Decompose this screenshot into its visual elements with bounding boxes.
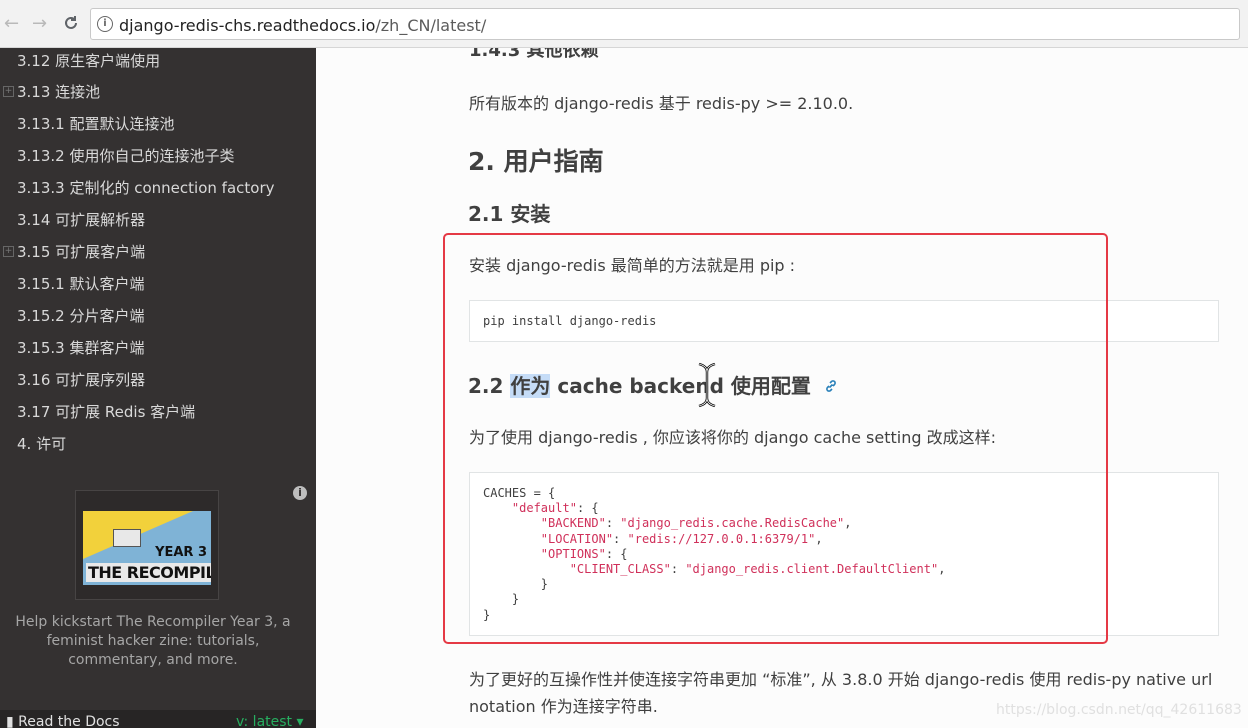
- sponsor-text[interactable]: Help kickstart The Recompiler Year 3, a …: [0, 613, 306, 670]
- heading-user-guide: 2. 用户指南: [468, 147, 604, 176]
- expand-icon[interactable]: +: [3, 246, 14, 257]
- url-path: /zh_CN/latest/: [375, 16, 487, 35]
- sponsor-artwork: YEAR 3 THE RECOMPILER: [83, 511, 211, 585]
- main-content: 1.4.3 其他依赖 所有版本的 django-redis 基于 redis-p…: [316, 48, 1248, 728]
- site-info-icon[interactable]: i: [97, 16, 113, 32]
- sidebar-toc: 3.12 原生客户端使用 + 3.13 连接池 3.13.1 配置默认连接池 3…: [0, 48, 316, 728]
- watermark: https://blog.csdn.net/qq_42611683: [996, 702, 1242, 718]
- toc-item[interactable]: 3.17 可扩展 Redis 客户端: [17, 401, 195, 422]
- toc-item[interactable]: 3.15.1 默认客户端: [17, 273, 144, 294]
- toc-item[interactable]: 3.16 可扩展序列器: [17, 369, 145, 390]
- toc-item[interactable]: 3.15 可扩展客户端: [17, 241, 145, 262]
- heading-install: 2.1 安装: [468, 202, 551, 226]
- url-host: django-redis-chs.readthedocs.io: [119, 16, 376, 35]
- toc-item[interactable]: 4. 许可: [17, 433, 66, 454]
- version-selector[interactable]: v: latest ▾: [236, 714, 304, 728]
- browser-toolbar: ← → i django-redis-chs.readthedocs.io/zh…: [0, 0, 1248, 48]
- toc-item[interactable]: 3.15.2 分片客户端: [17, 305, 144, 326]
- toc-item[interactable]: 3.13.3 定制化的 connection factory: [17, 177, 274, 198]
- sponsor-image[interactable]: YEAR 3 THE RECOMPILER: [75, 490, 219, 600]
- sponsor-info-icon[interactable]: i: [293, 486, 307, 500]
- reload-icon[interactable]: [62, 14, 80, 36]
- laptop-icon: [113, 529, 141, 547]
- toc-item[interactable]: 3.13.1 配置默认连接池: [17, 113, 174, 134]
- annotation-highlight-box: [443, 233, 1108, 644]
- toc-item[interactable]: 3.15.3 集群客户端: [17, 337, 144, 358]
- sponsor-title: THE RECOMPILER: [86, 563, 211, 582]
- requirement-text: 所有版本的 django-redis 基于 redis-py >= 2.10.0…: [469, 94, 854, 113]
- book-icon: ▮: [6, 714, 19, 728]
- interop-text-line1: 为了更好的互操作性并使连接字符串更加 “标准”, 从 3.8.0 开始 djan…: [469, 670, 1213, 689]
- forward-arrow-icon[interactable]: →: [32, 14, 47, 34]
- toc-item[interactable]: 3.13 连接池: [17, 81, 100, 102]
- back-arrow-icon[interactable]: ←: [4, 14, 19, 34]
- address-bar[interactable]: i django-redis-chs.readthedocs.io/zh_CN/…: [90, 8, 1240, 40]
- readthedocs-label: ▮ Read the Docs: [6, 714, 120, 728]
- toc-item[interactable]: 3.14 可扩展解析器: [17, 209, 145, 230]
- expand-icon[interactable]: +: [3, 86, 14, 97]
- url-text[interactable]: django-redis-chs.readthedocs.io/zh_CN/la…: [119, 16, 486, 35]
- toc-item[interactable]: 3.13.2 使用你自己的连接池子类: [17, 145, 234, 166]
- toc-item[interactable]: 3.12 原生客户端使用: [17, 50, 160, 71]
- text-cursor-icon: [698, 362, 716, 408]
- readthedocs-text: Read the Docs: [18, 714, 120, 728]
- section-heading-partial: 1.4.3 其他依赖: [469, 48, 599, 61]
- sponsor-year: YEAR 3: [155, 545, 207, 560]
- interop-text-line2: notation 作为连接字符串.: [469, 697, 658, 716]
- readthedocs-bar[interactable]: ▮ Read the Docs v: latest ▾: [0, 710, 316, 728]
